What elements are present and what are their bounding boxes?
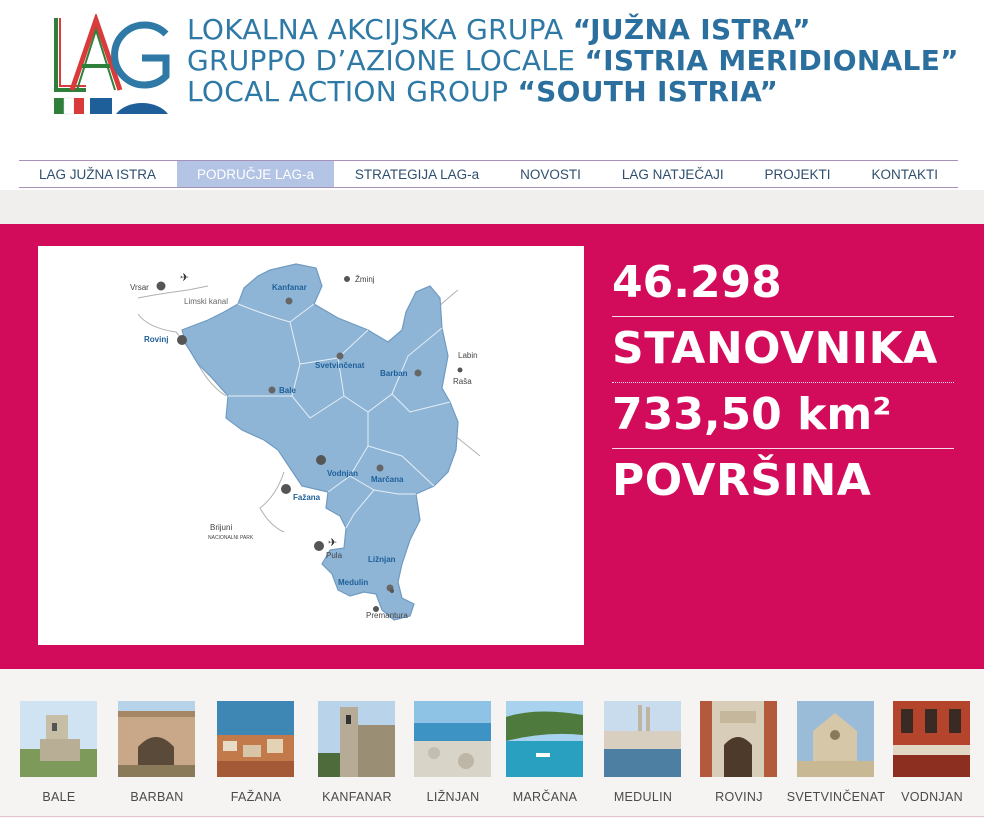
photo-barban[interactable] [118,701,195,777]
map-label-marcana: Marčana [371,475,404,484]
population-label: STANOVNIKA [612,323,938,374]
map-label-brijuni: Brijuni [210,523,232,532]
photo-fazana[interactable] [217,701,294,777]
map-label-fazana: Fažana [293,493,321,502]
map-label-labin: Labin [458,351,478,360]
thumb-liznjan[interactable]: LIŽNJAN [414,701,491,804]
region-map: Vrsar Limski kanal Kanfanar Žminj Rovinj… [38,246,584,645]
municipality-gallery: BALE BARBAN FAŽANA KANFANAR LIŽNJAN MARČ… [0,669,984,818]
map-label-svetvincenat: Svetvinčenat [315,361,365,370]
title-line-it: GRUPPO D’AZIONE LOCALE “ISTRIA MERIDIONA… [187,44,959,77]
site-header: LOKALNA AKCIJSKA GRUPA “JUŽNA ISTRA” GRU… [0,0,984,190]
thumb-kanfanar[interactable]: KANFANAR [318,701,395,804]
photo-kanfanar[interactable] [318,701,395,777]
map-label-rovinj: Rovinj [144,335,168,344]
region-shape [181,263,459,621]
divider [612,382,954,383]
thumb-label: VODNJAN [901,790,963,804]
map-label-nacionalni-park: NACIONALNI PARK [208,535,254,541]
map-label-barban: Barban [380,369,408,378]
thumb-label: MARČANA [512,790,578,804]
lag-logo[interactable] [50,14,172,116]
thumb-label: MEDULIN [613,790,673,804]
airport-icon: ✈ [328,537,337,549]
nav-item-projekti[interactable]: PROJEKTI [745,161,851,187]
thumb-bale[interactable]: BALE [20,701,97,804]
map-label-zminj: Žminj [355,275,375,284]
nav-item-lag-juzna-istra[interactable]: LAG JUŽNA ISTRA [19,161,176,187]
thumb-label: BARBAN [130,790,184,804]
nav-item-novosti[interactable]: NOVOSTI [500,161,601,187]
area-label: POVRŠINA [612,455,872,506]
footer-divider [0,816,984,817]
region-map-svg: Vrsar Limski kanal Kanfanar Žminj Rovinj… [130,263,481,621]
photo-medulin[interactable] [604,701,681,777]
site-titles: LOKALNA AKCIJSKA GRUPA “JUŽNA ISTRA” GRU… [187,14,959,107]
photo-marcana[interactable] [506,701,583,777]
airport-icon: ✈ [180,272,189,284]
thumb-fazana[interactable]: FAŽANA [217,701,294,804]
title-line-hr: LOKALNA AKCIJSKA GRUPA “JUŽNA ISTRA” [187,13,811,46]
thumb-label: FAŽANA [230,790,282,804]
photo-bale[interactable] [20,701,97,777]
map-label-liznjan: Ližnjan [368,555,396,564]
thumb-label: SVETVINČENAT [786,790,886,804]
main-nav: LAG JUŽNA ISTRA PODRUČJE LAG-a STRATEGIJ… [19,160,958,188]
thumb-label: ROVINJ [715,790,763,804]
divider [612,448,954,449]
area-value: 733,50 km² [612,389,892,440]
thumb-svetvincenat[interactable]: SVETVINČENAT [787,701,885,804]
photo-svetvincenat[interactable] [797,701,874,777]
map-label-premantura: Premantura [366,611,408,620]
thumb-label: BALE [42,790,76,804]
map-label-vrsar: Vrsar [130,283,149,292]
thumb-rovinj[interactable]: ROVINJ [700,701,777,804]
thumb-barban[interactable]: BARBAN [118,701,195,804]
area-info-band: Vrsar Limski kanal Kanfanar Žminj Rovinj… [0,224,984,669]
nav-item-kontakti[interactable]: KONTAKTI [851,161,958,187]
map-label-medulin: Medulin [338,578,368,587]
map-label-bale: Bale [279,386,296,395]
photo-liznjan[interactable] [414,701,491,777]
map-label-kanfanar: Kanfanar [272,283,307,292]
map-label-rasa: Raša [453,377,472,386]
photo-vodnjan[interactable] [893,701,970,777]
thumb-medulin[interactable]: MEDULIN [604,701,681,804]
map-label-limski-kanal: Limski kanal [184,297,228,306]
nav-item-natjecaji[interactable]: LAG NATJEČAJI [602,161,744,187]
nav-item-podrucje[interactable]: PODRUČJE LAG-a [176,161,334,187]
title-line-en: LOCAL ACTION GROUP “SOUTH ISTRIA” [187,75,779,108]
map-label-pula: Pula [326,551,343,560]
map-label-vodnjan: Vodnjan [327,469,358,478]
divider [612,316,954,317]
thumb-marcana[interactable]: MARČANA [506,701,583,804]
photo-rovinj[interactable] [700,701,777,777]
spacer-band [0,190,984,224]
area-stats: 46.298 STANOVNIKA 733,50 km² POVRŠINA [612,254,954,510]
thumb-label: LIŽNJAN [426,790,480,804]
thumb-vodnjan[interactable]: VODNJAN [893,701,970,804]
nav-item-strategija[interactable]: STRATEGIJA LAG-a [335,161,499,187]
thumb-label: KANFANAR [322,790,392,804]
population-value: 46.298 [612,257,782,308]
